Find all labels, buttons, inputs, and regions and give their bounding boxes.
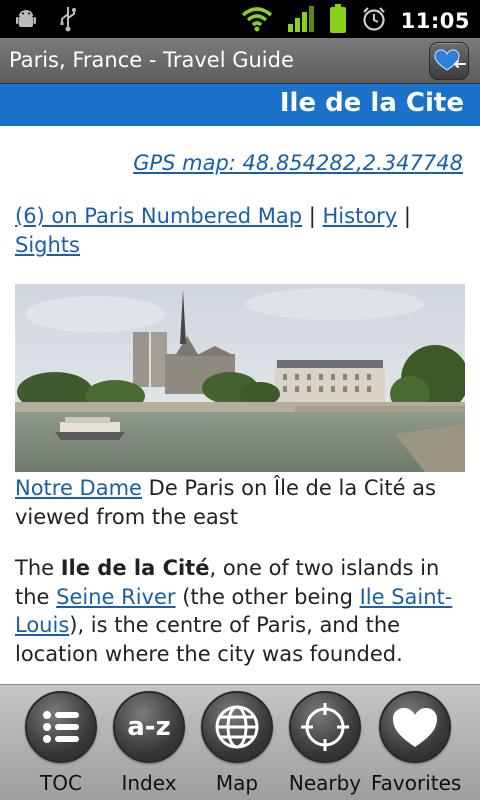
history-link[interactable]: History: [323, 204, 398, 228]
bold-term: Ile de la Cité: [60, 556, 210, 580]
nearby-label: Nearby: [288, 771, 362, 795]
toc-button[interactable]: TOC: [17, 691, 105, 800]
notre-dame-link[interactable]: Notre Dame: [15, 476, 142, 500]
notre-dame-photo[interactable]: [15, 284, 469, 472]
index-label: Index: [121, 771, 177, 795]
add-favorite-button[interactable]: [429, 42, 469, 80]
page-header: Ile de la Cite: [0, 84, 480, 126]
favorites-button[interactable]: Favorites: [371, 691, 462, 800]
seine-river-link[interactable]: Seine River: [56, 585, 175, 609]
list-icon: [25, 691, 97, 763]
map-button[interactable]: Map: [193, 691, 281, 800]
heart-icon: [379, 691, 451, 763]
android-debug-icon: [14, 7, 38, 35]
photo-caption: Notre Dame De Paris on Île de la Cité as…: [15, 474, 465, 532]
paragraph-text: ), is the centre of Paris, and the locat…: [15, 613, 403, 666]
page-title: Ile de la Cite: [279, 88, 464, 118]
map-label: Map: [215, 771, 259, 795]
link-separator: |: [397, 204, 411, 228]
intro-paragraph: The Ile de la Cité, one of two islands i…: [15, 554, 470, 668]
toc-label: TOC: [40, 771, 82, 795]
a-z-icon: a-z: [113, 691, 185, 763]
wifi-icon: [241, 6, 273, 36]
index-icon-glyph: a-z: [127, 712, 170, 742]
clock-time: 11:05: [400, 9, 470, 33]
status-bar: 11:05: [0, 0, 480, 38]
favorites-label: Favorites: [371, 771, 462, 795]
sights-link[interactable]: Sights: [15, 233, 80, 257]
alarm-icon: [361, 6, 387, 36]
link-separator: |: [302, 204, 323, 228]
globe-icon: [201, 691, 273, 763]
numbered-map-link[interactable]: (6) on Paris Numbered Map: [15, 204, 302, 228]
gps-map-link[interactable]: GPS map: 48.854282,2.347748: [133, 151, 463, 175]
signal-icon: [287, 5, 315, 37]
article-content[interactable]: GPS map: 48.854282,2.347748 (6) on Paris…: [0, 126, 480, 684]
crosshair-icon: [289, 691, 361, 763]
usb-icon: [58, 6, 78, 36]
app-title-bar: Paris, France - Travel Guide: [0, 38, 480, 84]
related-links: (6) on Paris Numbered Map | History | Sig…: [15, 202, 465, 260]
nearby-button[interactable]: Nearby: [281, 691, 369, 800]
paragraph-text: (the other being: [175, 584, 360, 609]
battery-icon: [329, 4, 347, 38]
app-title: Paris, France - Travel Guide: [9, 48, 294, 72]
index-button[interactable]: a-z Index: [105, 691, 193, 800]
paragraph-text: The: [15, 556, 61, 580]
bottom-toolbar: TOC a-z Index Map Nearby Favorites: [0, 684, 480, 800]
